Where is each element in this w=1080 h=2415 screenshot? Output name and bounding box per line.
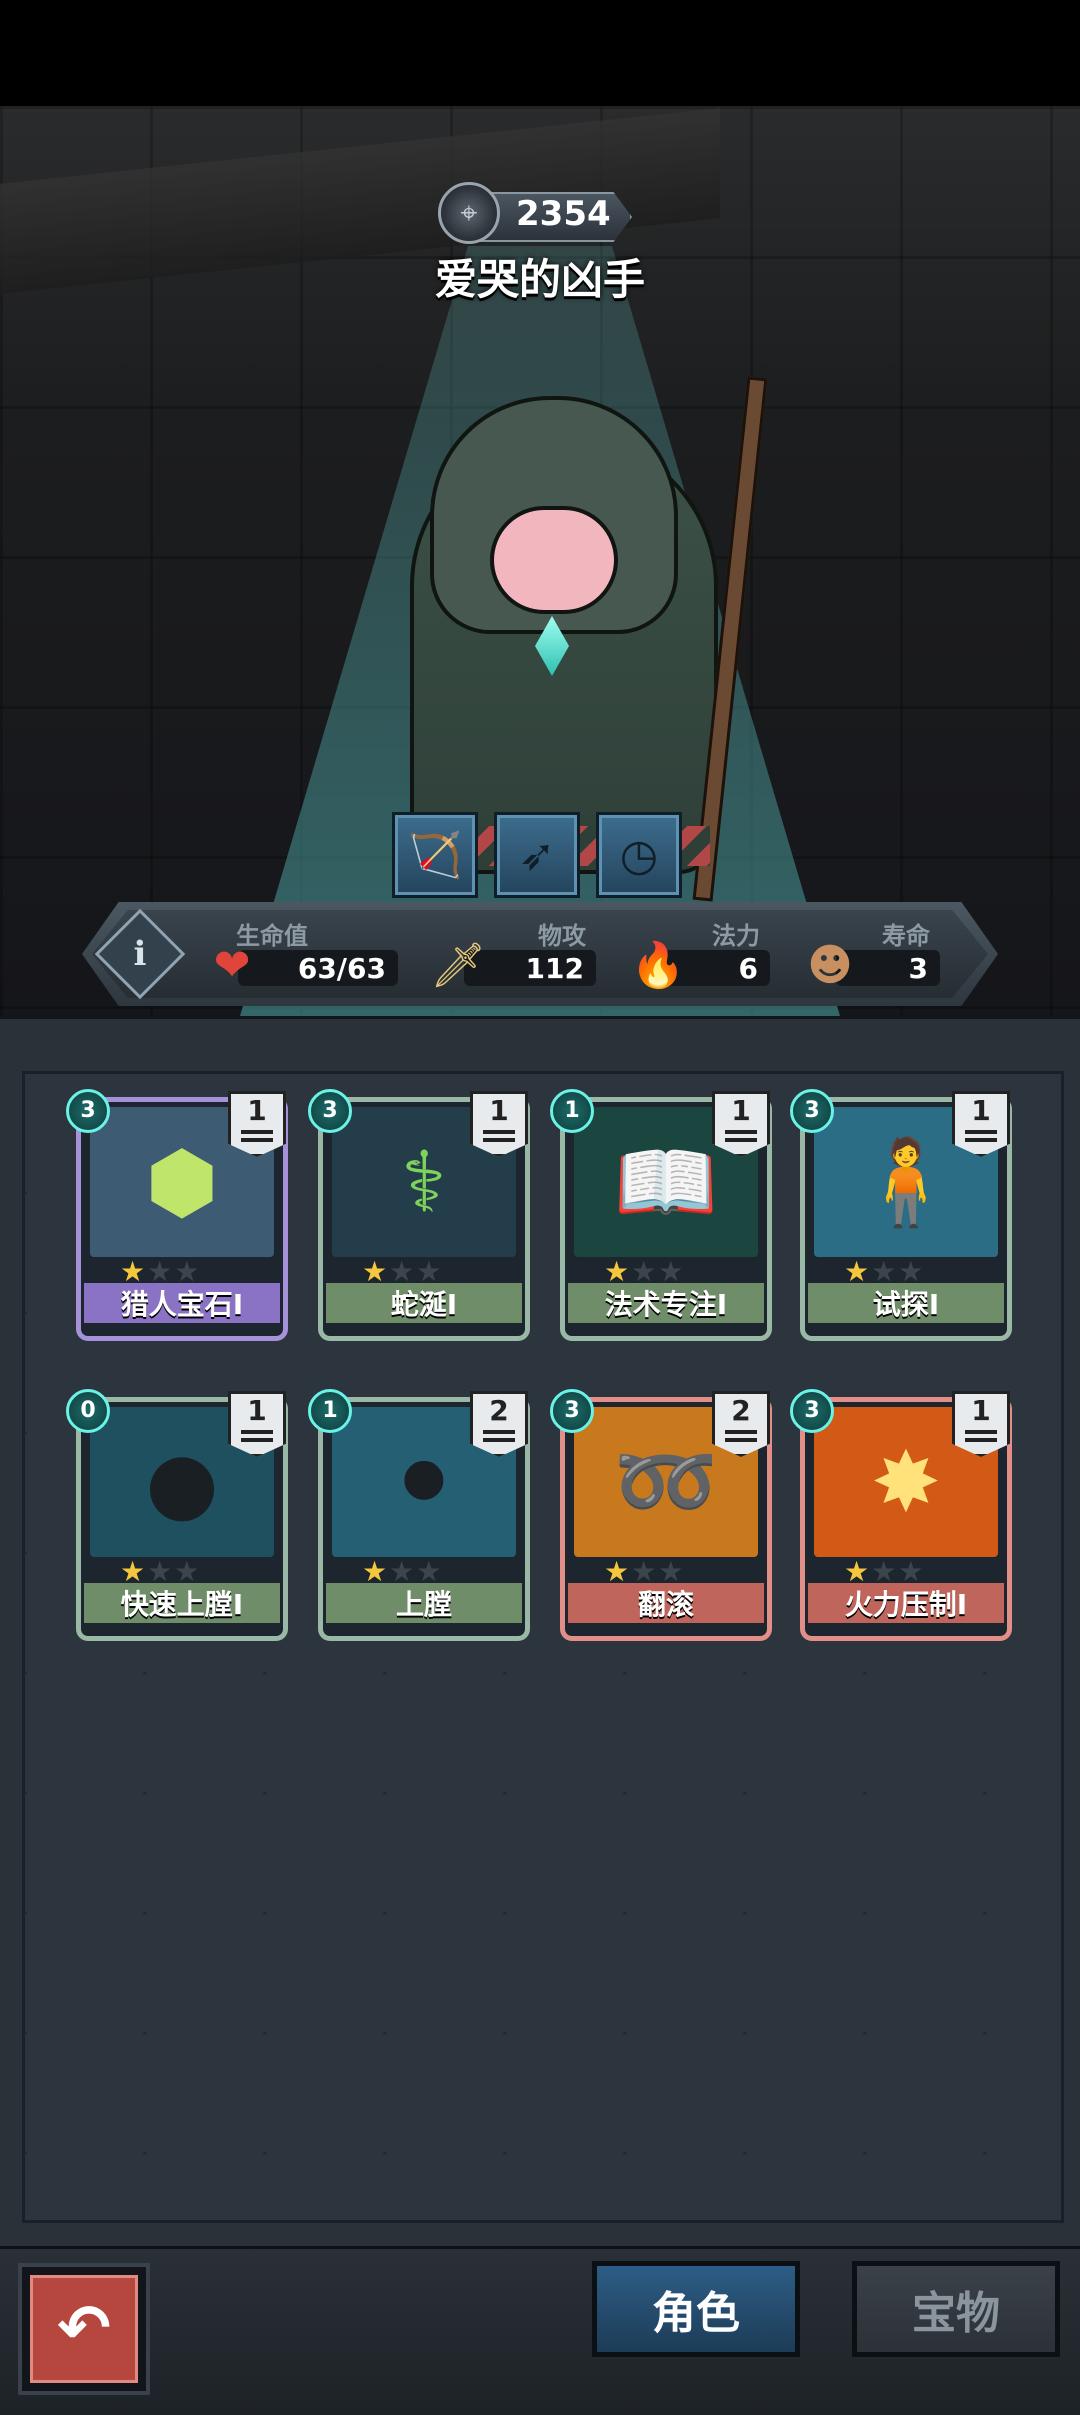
level-chevron-icon [725,1130,757,1134]
bow-icon[interactable]: ➶ [494,812,580,898]
card-level: 1 [731,1094,751,1127]
character-face [490,506,618,614]
back-button[interactable]: ↶ [18,2263,150,2395]
skill-card[interactable]: ⬢ ★★★ 猎人宝石I 3 1 [66,1089,288,1341]
card-level: 1 [489,1094,509,1127]
stat-mana-value: 6 [738,952,758,985]
card-name: 翻滚 [568,1583,764,1623]
card-name: 快速上膛I [84,1583,280,1623]
card-level-badge: 2 [712,1391,770,1457]
skill-card[interactable]: 🧍 ★★★ 试探I 3 1 [790,1089,1012,1341]
crosshair-icon: ⌖ [438,182,500,244]
card-cost: 3 [550,1389,594,1433]
card-level-badge: 1 [952,1391,1010,1457]
skill-card[interactable]: ✸ ★★★ 火力压制I 3 1 [790,1389,1012,1641]
stat-mana: 🔥 法力 6 [628,916,770,996]
stats-bar: i ❤ 生命值 63/63 🗡 物攻 112 🔥 法力 6 ☻ 寿命 3 [82,902,998,1006]
flame-icon: 🔥 [630,940,686,991]
enemy-scene: ⌖ 2354 爱哭的凶手 🏹 ➶ ◷ i ❤ 生命值 63/63 🗡 物攻 11… [0,106,1080,1016]
level-chevron-icon [965,1130,997,1134]
stat-lifespan: ☻ 寿命 3 [800,916,940,996]
card-level-badge: 2 [470,1391,528,1457]
card-level-badge: 1 [712,1091,770,1157]
stat-attack: 🗡 物攻 112 [428,916,596,996]
card-level: 1 [971,1394,991,1427]
level-chevron-icon [483,1130,515,1134]
card-name: 火力压制I [808,1583,1004,1623]
level-chevron-icon [965,1430,997,1434]
skill-card[interactable]: ⚕ ★★★ 蛇涎I 3 1 [308,1089,530,1341]
card-cost: 3 [66,1089,110,1133]
card-level-badge: 1 [470,1091,528,1157]
card-name: 猎人宝石I [84,1283,280,1323]
card-level: 1 [971,1094,991,1127]
portrait-icon: ☻ [807,940,853,991]
skill-card[interactable]: ⚫ ★★★ 上膛 1 2 [308,1389,530,1641]
card-cost: 0 [66,1389,110,1433]
card-cost: 1 [550,1089,594,1133]
card-level-badge: 1 [952,1091,1010,1157]
card-name: 上膛 [326,1583,522,1623]
stat-attack-label: 物攻 [538,922,586,950]
skill-card[interactable]: ● ★★★ 快速上膛I 0 1 [66,1389,288,1641]
stat-mana-label: 法力 [712,922,760,950]
stat-hp-value: 63/63 [297,952,386,985]
score-value: 2354 [516,194,611,234]
skill-card[interactable]: ➿ ★★★ 翻滚 3 2 [550,1389,772,1641]
card-cost: 1 [308,1389,352,1433]
card-name: 法术专注I [568,1283,764,1323]
stat-attack-value: 112 [525,952,584,985]
stat-hp-label: 生命值 [236,922,308,950]
card-level: 2 [731,1394,751,1427]
score-badge: ⌖ 2354 [438,182,638,246]
stat-hp: ❤ 生命值 63/63 [202,916,398,996]
enemy-skill-icons: 🏹 ➶ ◷ [392,812,682,898]
archery-icon[interactable]: 🏹 [392,812,478,898]
back-arrow-icon: ↶ [30,2275,138,2383]
card-cost: 3 [790,1389,834,1433]
skill-card[interactable]: 📖 ★★★ 法术专注I 1 1 [550,1089,772,1341]
level-chevron-icon [483,1430,515,1434]
card-panel: ⬢ ★★★ 猎人宝石I 3 1 ⚕ ★★★ 蛇涎I 3 1 📖 ★★★ 法术专注I 1 1 🧍 ★★★ 试探I 3 1… [0,1016,1080,2249]
card-cost: 3 [308,1089,352,1133]
level-chevron-icon [241,1430,273,1434]
card-level: 2 [489,1394,509,1427]
stat-lifespan-label: 寿命 [882,922,930,950]
clock-icon[interactable]: ◷ [596,812,682,898]
card-level: 1 [247,1094,267,1127]
card-level-badge: 1 [228,1391,286,1457]
level-chevron-icon [725,1430,757,1434]
bottom-bar: ↶ 角色 宝物 [0,2246,1080,2415]
card-level-badge: 1 [228,1091,286,1157]
stat-lifespan-value: 3 [908,952,928,985]
info-icon: i [133,934,147,974]
sword-icon: 🗡 [430,940,486,991]
card-level: 1 [247,1394,267,1427]
card-cost: 3 [790,1089,834,1133]
tab-treasure[interactable]: 宝物 [852,2261,1060,2357]
card-name: 试探I [808,1283,1004,1323]
card-name: 蛇涎I [326,1283,522,1323]
enemy-name: 爱哭的凶手 [434,255,645,304]
level-chevron-icon [241,1130,273,1134]
tab-role[interactable]: 角色 [592,2261,800,2357]
